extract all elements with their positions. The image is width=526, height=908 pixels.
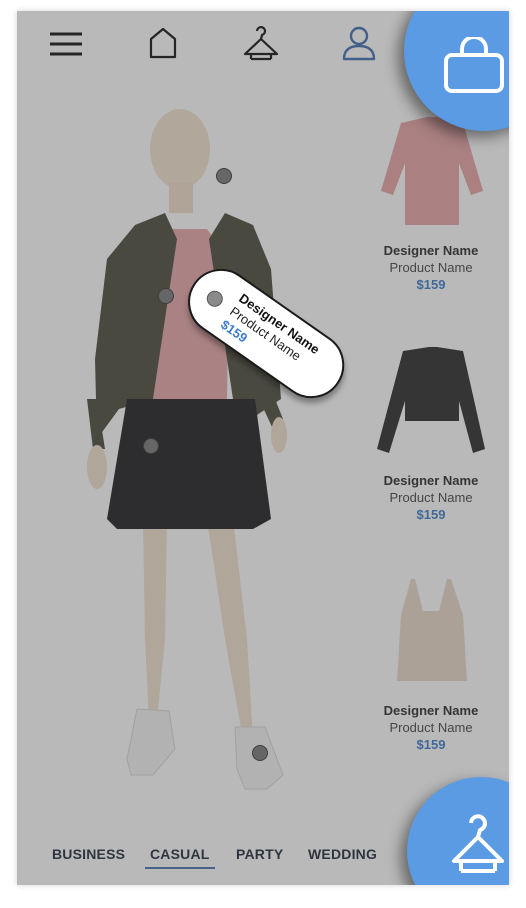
product-designer: Designer Name [383, 473, 479, 488]
hanger-icon[interactable] [243, 23, 279, 63]
tab-party[interactable]: PARTY [236, 846, 283, 862]
product-designer: Designer Name [383, 243, 479, 258]
product-price: $159 [416, 507, 446, 522]
product-price: $159 [416, 277, 446, 292]
hanger-button[interactable] [407, 777, 509, 885]
home-icon[interactable] [149, 27, 177, 59]
tab-selected-indicator [145, 867, 215, 869]
product-card[interactable]: Designer Name Product Name $159 [367, 111, 495, 293]
hotspot-skirt[interactable] [143, 438, 159, 454]
product-name: Product Name [389, 490, 473, 505]
tab-wedding[interactable]: WEDDING [308, 846, 377, 862]
hotspot-top[interactable] [158, 288, 174, 304]
app-screen: Designer Name Product Name $159 Designer… [17, 11, 509, 885]
mannequin-illustration [87, 109, 287, 790]
tab-business[interactable]: BUSINESS [52, 846, 125, 862]
hamburger-icon[interactable] [49, 31, 83, 57]
product-name: Product Name [389, 260, 473, 275]
product-rail: Designer Name Product Name $159 Designer… [367, 111, 509, 771]
product-name: Product Name [389, 720, 473, 735]
product-image [397, 579, 467, 681]
product-price: $159 [416, 737, 446, 752]
product-card[interactable]: Designer Name Product Name $159 [367, 571, 495, 753]
product-designer: Designer Name [383, 703, 479, 718]
product-card[interactable]: Designer Name Product Name $159 [367, 341, 495, 523]
hotspot-shoes[interactable] [252, 745, 268, 761]
shopping-bag-icon [444, 37, 504, 93]
outfit-mannequin [57, 99, 327, 799]
hanger-icon [452, 814, 504, 873]
product-image [377, 347, 485, 453]
tag-hole [203, 287, 226, 310]
user-icon[interactable] [341, 25, 377, 61]
hotspot-head[interactable] [216, 168, 232, 184]
tab-casual[interactable]: CASUAL [150, 846, 210, 862]
